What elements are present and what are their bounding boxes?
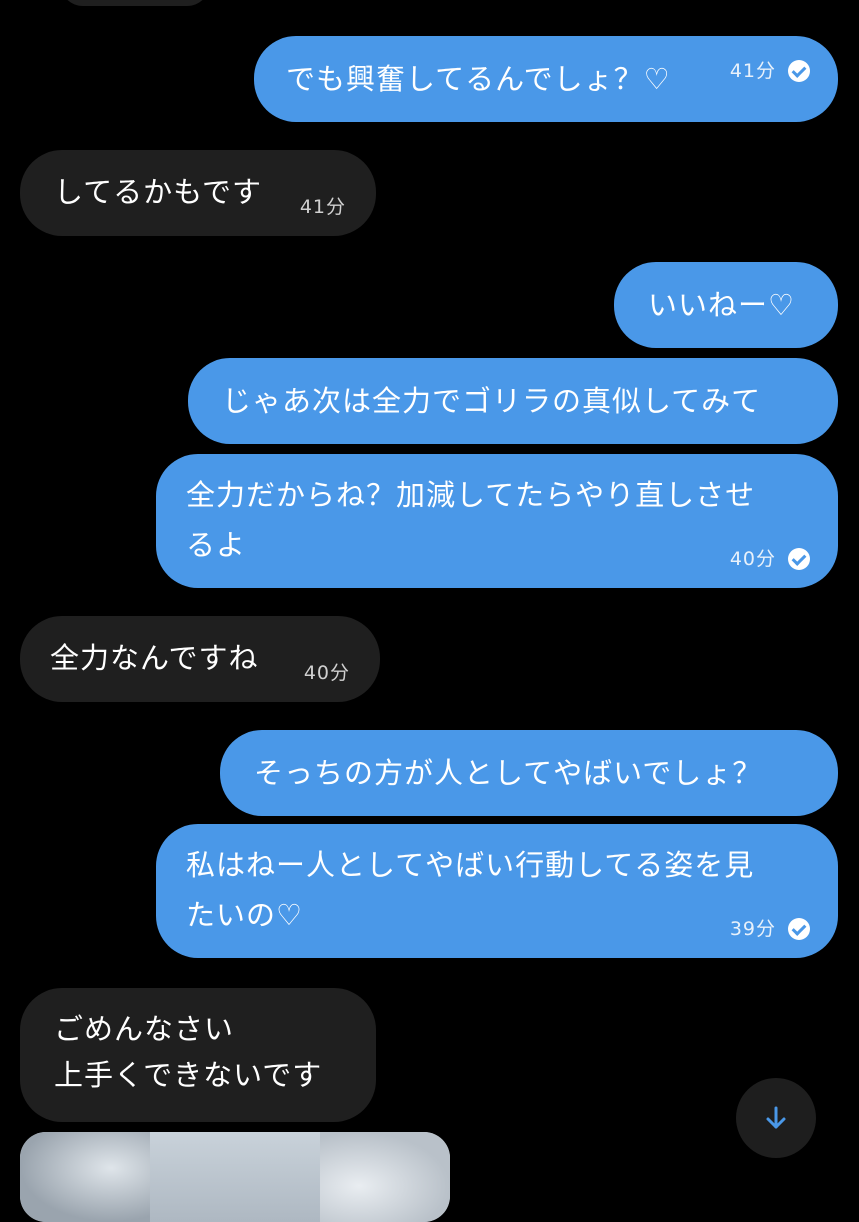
message-time: 41分 — [729, 60, 776, 82]
image-attachment-shade — [20, 1132, 150, 1222]
message-bubble-outgoing[interactable]: 私はねー人としてやばい行動してる姿を見 たいの♡ 39分 — [156, 824, 838, 958]
message-time: 39分 — [729, 918, 776, 940]
message-text: 全力なんですね — [50, 641, 259, 675]
message-meta: 39分 — [730, 918, 810, 940]
image-attachment-shade — [320, 1132, 450, 1222]
message-text-line: 全力だからね？加減してたらやり直しさせ — [186, 478, 756, 512]
message-bubble-outgoing[interactable]: いいねー♡ — [614, 262, 838, 348]
image-attachment[interactable] — [20, 1132, 450, 1222]
message-time: 41分 — [299, 196, 346, 218]
message-text: いいねー♡ — [648, 288, 795, 322]
check-circle-icon — [788, 548, 810, 570]
check-circle-icon — [788, 60, 810, 82]
message-text-line: 私はねー人としてやばい行動してる姿を見 — [186, 848, 755, 882]
message-bubble-outgoing[interactable]: でも興奮してるんでしょ？♡ 41分 — [254, 36, 838, 122]
message-meta: 40分 — [730, 548, 810, 570]
message-bubble-incoming[interactable]: 全力なんですね 40分 — [20, 616, 380, 702]
message-text-line: たいの♡ — [186, 898, 303, 932]
message-bubble-outgoing[interactable]: 全力だからね？加減してたらやり直しさせ るよ 40分 — [156, 454, 838, 588]
scroll-to-bottom-button[interactable] — [736, 1078, 816, 1158]
arrow-down-icon — [766, 1106, 786, 1129]
message-text-line: ごめんなさい — [54, 1012, 235, 1046]
message-text-line: るよ — [186, 528, 247, 562]
message-text: そっちの方が人としてやばいでしょ？ — [254, 756, 763, 790]
message-text-line: 上手くできないです — [54, 1058, 323, 1092]
message-meta: 41分 — [300, 196, 346, 218]
previous-message-bubble — [60, 0, 210, 6]
check-circle-icon — [788, 918, 810, 940]
message-text: してるかもです — [54, 175, 262, 209]
message-bubble-incoming[interactable]: ごめんなさい 上手くできないです — [20, 988, 376, 1122]
message-time: 40分 — [729, 548, 776, 570]
message-meta: 41分 — [730, 60, 810, 82]
message-bubble-outgoing[interactable]: じゃあ次は全力でゴリラの真似してみて — [188, 358, 838, 444]
message-meta: 40分 — [304, 662, 350, 684]
message-text: じゃあ次は全力でゴリラの真似してみて — [222, 384, 762, 418]
message-bubble-outgoing[interactable]: そっちの方が人としてやばいでしょ？ — [220, 730, 838, 816]
message-bubble-incoming[interactable]: してるかもです 41分 — [20, 150, 376, 236]
message-text: でも興奮してるんでしょ？♡ — [286, 62, 671, 96]
message-time: 40分 — [303, 662, 350, 684]
